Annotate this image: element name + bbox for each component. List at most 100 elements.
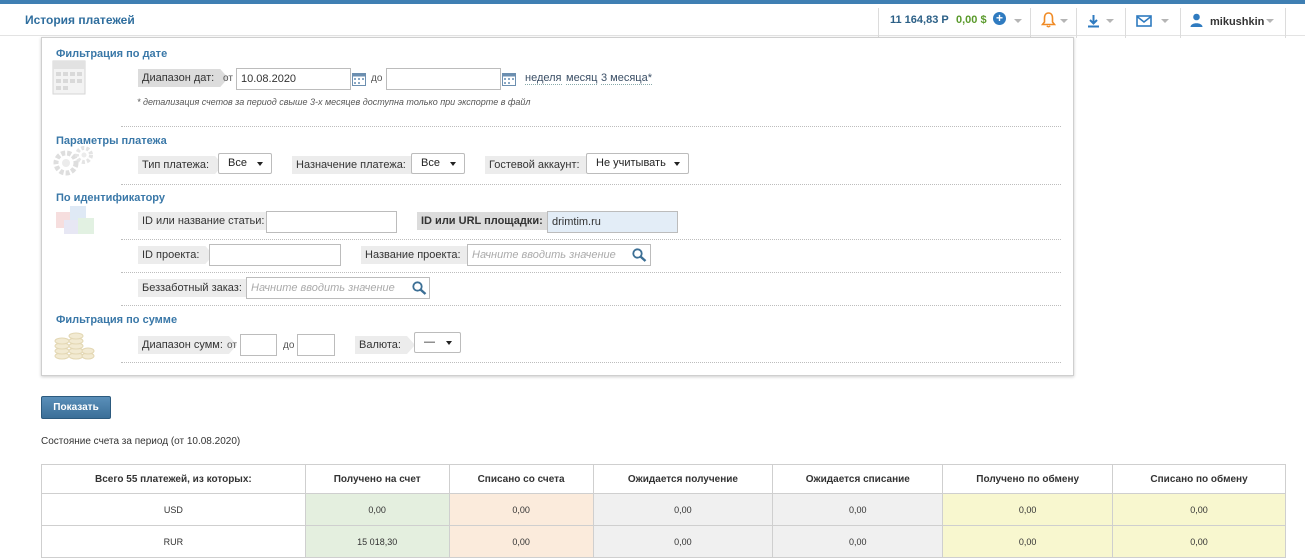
divider [121,362,1061,363]
currency-cell: USD [41,493,306,526]
carefree-order-field[interactable] [246,277,430,299]
debited-cell: 0,00 [448,525,594,558]
date-range-note: * детализация счетов за период свыше 3-х… [137,97,531,107]
chevron-down-icon[interactable] [1106,19,1114,23]
site-id-label: ID или URL площадки: [417,212,557,230]
sum-to-field[interactable] [297,334,335,356]
payment-purpose-value: Все [421,157,440,169]
calendar-icon[interactable] [352,72,366,86]
exchange-debited-cell: 0,00 [1112,525,1286,558]
payment-type-label: Тип платежа: [138,156,223,174]
column-header: Получено по обмену [942,464,1114,494]
table-row: RUR 15 018,30 0,00 0,00 0,00 0,00 0,00 [41,525,1286,558]
table-row: USD 0,00 0,00 0,00 0,00 0,00 0,00 [41,493,1286,526]
payment-purpose-select[interactable]: Все [411,153,465,174]
divider [121,272,1061,273]
period-week-link[interactable]: неделя [525,72,562,85]
date-to-field[interactable] [386,68,501,90]
date-to-label: до [371,73,383,84]
header-divider [1125,8,1126,38]
header-divider [1030,8,1031,38]
header-divider [1076,8,1077,38]
plus-circle-icon[interactable]: + [993,12,1006,25]
period-month-link[interactable]: месяц [566,72,598,85]
guest-account-value: Не учитывать [596,157,666,169]
sum-from-label: от [227,340,237,351]
chevron-down-icon [257,162,263,166]
chevron-down-icon[interactable] [1060,19,1068,23]
sum-range-label: Диапазон сумм: [138,336,237,354]
column-header: Списано по обмену [1112,464,1286,494]
divider [121,239,1061,240]
carefree-order-label: Беззаботный заказ: [138,279,256,297]
magnifier-icon[interactable] [412,281,427,295]
exchange-debited-cell: 0,00 [1112,493,1286,526]
period-3months-link[interactable]: 3 месяца* [601,72,653,85]
payment-purpose-label: Назначение платежа: [292,156,420,174]
chevron-down-icon[interactable] [1266,19,1274,23]
payment-type-value: Все [228,157,247,169]
guest-account-label: Гостевой аккаунт: [485,156,594,174]
bell-icon[interactable] [1040,12,1057,31]
chevron-down-icon[interactable] [1161,19,1169,23]
column-header: Списано со счета [448,464,594,494]
date-from-label: от [223,73,233,84]
project-id-label: ID проекта: [138,246,213,264]
header-divider [1180,8,1181,38]
project-name-field[interactable] [467,244,651,266]
column-header: Всего 55 платежей, из которых: [41,464,306,494]
date-from-field[interactable] [236,68,351,90]
divider [121,305,1061,306]
received-cell: 0,00 [304,493,450,526]
currency-label: Валюта: [355,336,415,354]
envelope-icon[interactable] [1136,15,1152,30]
chevron-down-icon [446,341,452,345]
payment-type-select[interactable]: Все [218,153,272,174]
account-state-caption: Состояние счета за период (от 10.08.2020… [41,436,241,447]
page-title: История платежей [25,13,135,27]
article-id-field[interactable] [266,211,397,233]
site-id-field[interactable] [547,211,678,233]
magnifier-icon[interactable] [632,248,647,262]
project-name-label: Название проекта: [361,246,475,264]
currency-value: — [424,336,435,348]
gears-illustration-icon [52,143,98,183]
article-id-label: ID или название статьи: [138,212,278,230]
calendar-icon[interactable] [502,72,516,86]
balance-usd: 0,00 $ [956,14,987,26]
column-header: Получено на счет [304,464,450,494]
exchange-received-cell: 0,00 [942,525,1114,558]
table-header-row: Всего 55 платежей, из которых: Получено … [41,464,1286,494]
exchange-received-cell: 0,00 [942,493,1114,526]
date-range-label: Диапазон дат: [138,69,228,87]
expected-receipt-cell: 0,00 [592,525,774,558]
download-icon[interactable] [1087,14,1100,31]
received-cell: 15 018,30 [304,525,450,558]
guest-account-select[interactable]: Не учитывать [586,153,689,174]
expected-debit-cell: 0,00 [772,493,944,526]
expected-debit-cell: 0,00 [772,525,944,558]
show-button[interactable]: Показать [41,396,111,419]
summary-table: Всего 55 платежей, из которых: Получено … [41,464,1286,558]
coins-illustration-icon [52,324,98,364]
balance-rub: 11 164,83 Р [890,14,949,26]
sum-from-field[interactable] [240,334,277,356]
chevron-down-icon [674,162,680,166]
chevron-down-icon [450,162,456,166]
calendar-illustration-icon [52,58,98,98]
username[interactable]: mikushkin [1210,16,1264,28]
currency-cell: RUR [41,525,306,558]
project-id-field[interactable] [209,244,341,266]
header-divider [878,8,879,38]
user-icon [1190,13,1203,30]
expected-receipt-cell: 0,00 [592,493,774,526]
column-header: Ожидается получение [592,464,774,494]
debited-cell: 0,00 [448,493,594,526]
column-header: Ожидается списание [772,464,944,494]
header-bar: История платежей 11 164,83 Р 0,00 $ + mi… [0,4,1305,38]
chevron-down-icon[interactable] [1014,19,1022,23]
sum-to-label: до [283,340,295,351]
header-divider [1285,8,1286,38]
currency-select[interactable]: — [414,332,461,353]
cubes-illustration-icon [52,202,98,242]
